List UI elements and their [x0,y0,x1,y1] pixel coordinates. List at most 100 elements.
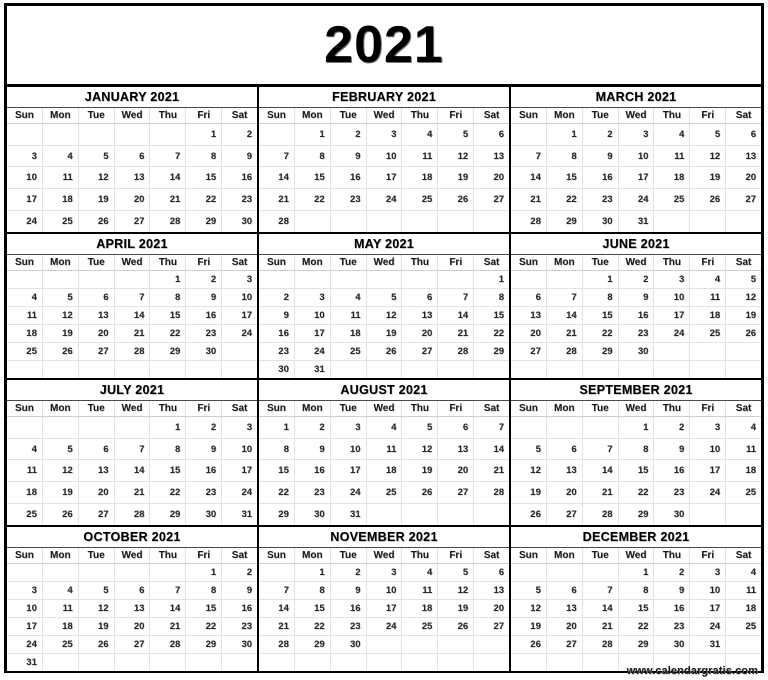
day-cell[interactable]: 5 [402,417,439,438]
day-cell[interactable]: 30 [654,635,691,653]
day-cell[interactable]: 22 [150,482,187,503]
day-cell[interactable]: 7 [583,438,619,460]
day-cell[interactable]: 10 [367,145,403,167]
day-cell[interactable]: 24 [222,482,257,503]
day-cell[interactable]: 3 [7,581,43,599]
day-cell[interactable]: 22 [295,617,331,635]
day-cell[interactable]: 20 [547,482,583,503]
day-cell[interactable]: 7 [474,417,509,438]
day-cell[interactable]: 12 [438,145,475,167]
day-cell[interactable]: 23 [619,324,655,342]
day-cell[interactable]: 24 [690,482,727,503]
day-cell[interactable]: 27 [547,635,583,653]
day-cell[interactable]: 21 [511,189,547,210]
day-cell[interactable]: 12 [690,145,727,167]
day-cell[interactable]: 2 [222,124,257,145]
day-cell[interactable]: 21 [474,460,509,481]
day-cell[interactable]: 19 [438,599,475,617]
month-block[interactable]: FEBRUARY 2021 Sun Mon Tue Wed Thu Fri Sat 1 2 3 4 5 6… [259,87,511,232]
day-cell[interactable]: 26 [79,635,115,653]
day-cell[interactable]: 30 [186,342,223,360]
day-cell[interactable]: 19 [367,324,403,342]
day-cell[interactable]: 26 [511,503,547,525]
day-cell[interactable]: 20 [115,617,151,635]
day-cell[interactable]: 31 [690,635,727,653]
day-cell[interactable]: 6 [511,288,547,306]
day-cell[interactable]: 22 [619,617,655,635]
day-cell[interactable]: 20 [79,482,115,503]
day-cell[interactable]: 23 [186,482,223,503]
day-cell[interactable]: 1 [150,270,187,288]
day-cell[interactable]: 25 [402,189,439,210]
day-cell[interactable]: 19 [402,460,439,482]
day-cell[interactable]: 11 [690,288,727,306]
day-cell[interactable]: 12 [79,599,115,617]
day-cell[interactable]: 16 [654,460,691,482]
day-cell[interactable]: 22 [150,324,187,342]
day-cell[interactable]: 28 [115,342,151,360]
day-cell[interactable]: 19 [79,189,115,210]
day-cell[interactable]: 25 [43,635,79,653]
day-cell[interactable]: 22 [474,325,509,342]
day-cell[interactable]: 7 [259,581,295,599]
day-cell[interactable]: 29 [547,210,583,232]
day-cell[interactable]: 17 [7,617,43,635]
day-cell[interactable]: 9 [654,581,691,599]
day-cell[interactable]: 19 [79,617,115,635]
day-cell[interactable]: 9 [186,438,223,460]
day-cell[interactable]: 1 [619,417,655,438]
day-cell[interactable]: 15 [619,599,655,617]
day-cell[interactable]: 8 [186,581,223,599]
day-cell[interactable]: 28 [259,210,295,232]
day-cell[interactable]: 20 [438,460,475,482]
day-cell[interactable]: 13 [115,167,151,189]
day-cell[interactable]: 11 [367,438,403,460]
day-cell[interactable]: 11 [7,460,43,482]
day-cell[interactable]: 27 [79,503,115,525]
day-cell[interactable]: 6 [726,124,761,145]
day-cell[interactable]: 9 [259,306,295,324]
day-cell[interactable]: 30 [222,211,257,232]
day-cell[interactable]: 21 [583,482,619,503]
day-cell[interactable]: 19 [511,482,547,503]
day-cell[interactable]: 26 [726,325,761,342]
day-cell[interactable]: 1 [583,270,619,288]
day-cell[interactable]: 4 [367,417,403,438]
day-cell[interactable]: 2 [654,563,691,581]
day-cell[interactable]: 4 [402,124,439,145]
day-cell[interactable]: 4 [43,581,79,599]
day-cell[interactable]: 13 [726,146,761,167]
day-cell[interactable]: 16 [654,599,691,617]
day-cell[interactable]: 13 [474,582,509,599]
day-cell[interactable]: 22 [547,189,583,210]
day-cell[interactable]: 20 [547,617,583,635]
day-cell[interactable]: 21 [259,189,295,210]
day-cell[interactable]: 25 [43,210,79,232]
day-cell[interactable]: 1 [259,417,295,438]
day-cell[interactable]: 31 [619,210,655,232]
day-cell[interactable]: 14 [583,460,619,482]
day-cell[interactable]: 16 [186,306,223,324]
day-cell[interactable]: 10 [619,145,655,167]
day-cell[interactable]: 29 [186,210,223,232]
day-cell[interactable]: 5 [43,438,79,460]
day-cell[interactable]: 15 [259,460,295,482]
day-cell[interactable]: 26 [402,482,439,503]
day-cell[interactable]: 21 [115,482,151,503]
day-cell[interactable]: 15 [150,460,187,482]
day-cell[interactable]: 23 [331,189,367,210]
day-cell[interactable]: 7 [150,581,187,599]
day-cell[interactable]: 2 [583,124,619,145]
day-cell[interactable]: 11 [726,439,761,460]
day-cell[interactable]: 13 [547,460,583,482]
day-cell[interactable]: 18 [331,324,367,342]
day-cell[interactable]: 9 [654,438,691,460]
day-cell[interactable]: 14 [583,599,619,617]
day-cell[interactable]: 13 [511,306,547,324]
day-cell[interactable]: 25 [7,342,43,360]
day-cell[interactable]: 16 [331,167,367,189]
day-cell[interactable]: 7 [115,288,151,306]
day-cell[interactable]: 24 [619,189,655,210]
day-cell[interactable]: 17 [367,599,403,617]
day-cell[interactable]: 18 [654,167,691,189]
